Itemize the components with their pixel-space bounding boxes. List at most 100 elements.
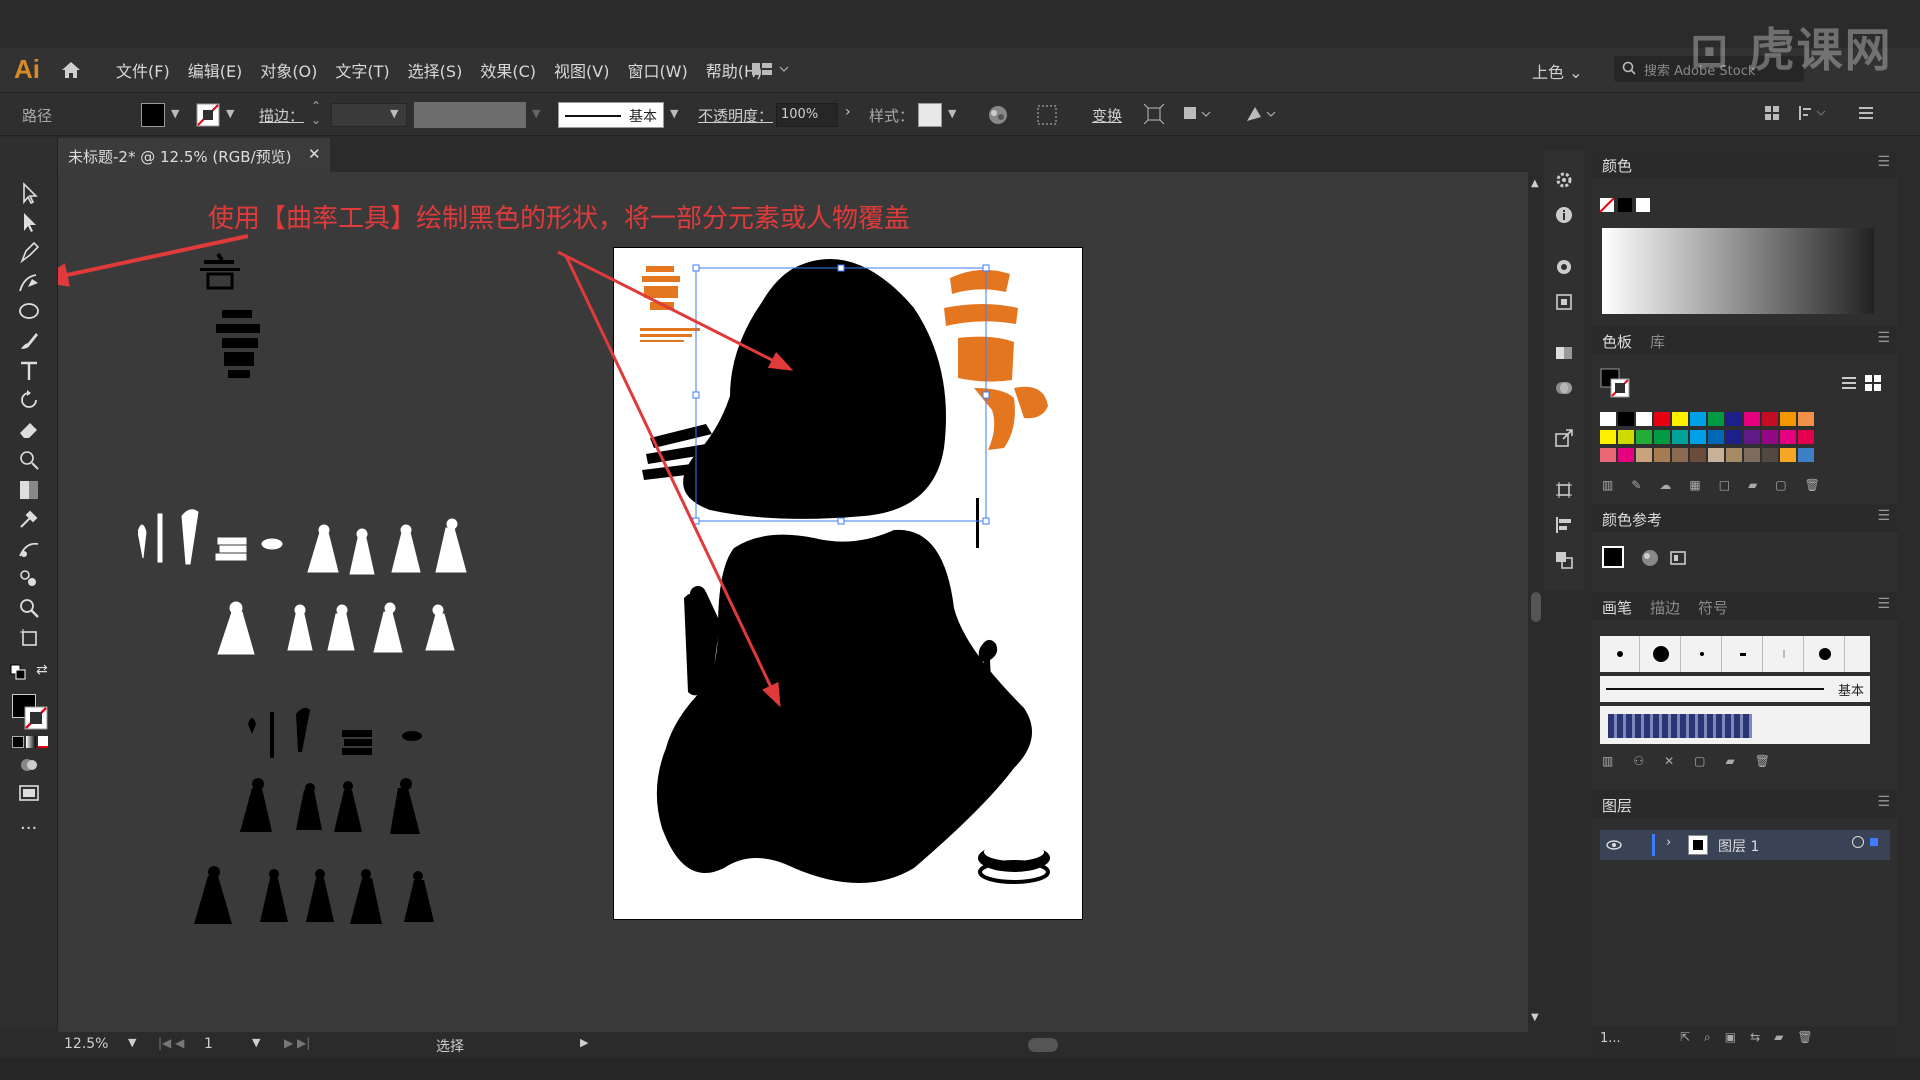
menu-object[interactable]: 对象(O) bbox=[260, 58, 317, 82]
swatches-panel-header[interactable]: 色板库 ☰ bbox=[1592, 326, 1898, 354]
selection-indicator[interactable] bbox=[1870, 838, 1878, 846]
direct-selection-tool-icon[interactable] bbox=[16, 209, 42, 235]
layer-name[interactable]: 图层 1 bbox=[1718, 836, 1759, 856]
paintbrush-tool-icon[interactable] bbox=[16, 328, 42, 354]
color-swatch[interactable] bbox=[1636, 448, 1652, 462]
layers-panel-header[interactable]: 图层 ☰ bbox=[1592, 790, 1898, 818]
menu-effect[interactable]: 效果(C) bbox=[480, 58, 536, 82]
zoom-tool-icon[interactable] bbox=[16, 595, 42, 621]
thumbnail-view-icon[interactable] bbox=[1864, 374, 1882, 392]
last-artboard-icon[interactable]: ▶ ▶| bbox=[284, 1036, 310, 1050]
brush-presets[interactable] bbox=[1600, 636, 1870, 672]
color-swatch[interactable] bbox=[1672, 430, 1688, 444]
color-swatch[interactable] bbox=[1744, 448, 1760, 462]
color-swatch[interactable] bbox=[1690, 430, 1706, 444]
horizontal-scroll-thumb[interactable] bbox=[1028, 1038, 1058, 1052]
tab-swatches[interactable]: 色板 bbox=[1602, 333, 1632, 351]
draw-mode-icon[interactable] bbox=[16, 752, 42, 778]
type-tool-icon[interactable] bbox=[16, 358, 42, 384]
first-artboard-icon[interactable]: |◀ ◀ bbox=[158, 1036, 184, 1050]
rotate-tool-icon[interactable] bbox=[16, 387, 42, 413]
zoom-level[interactable]: 12.5% bbox=[64, 1036, 108, 1052]
color-swatch[interactable] bbox=[1690, 448, 1706, 462]
color-swatch[interactable] bbox=[1618, 448, 1634, 462]
color-swatch[interactable] bbox=[1780, 412, 1796, 426]
brush-preset-4[interactable] bbox=[1723, 636, 1763, 672]
color-swatch[interactable] bbox=[1708, 448, 1724, 462]
scroll-down-icon[interactable]: ▼ bbox=[1531, 1012, 1539, 1023]
isolate-icon[interactable] bbox=[1243, 103, 1277, 125]
status-menu-icon[interactable]: ▶ bbox=[580, 1036, 588, 1049]
align-options-icon[interactable] bbox=[1797, 104, 1827, 122]
color-swatch[interactable] bbox=[1708, 412, 1724, 426]
target-icon[interactable] bbox=[1852, 836, 1864, 848]
color-swatch[interactable] bbox=[1600, 430, 1616, 444]
brushes-footer-icons[interactable]: ▥⚇✕▢▰🗑 bbox=[1602, 754, 1790, 768]
panel-grid-icon[interactable] bbox=[1763, 104, 1781, 122]
color-swatch[interactable] bbox=[1708, 430, 1724, 444]
color-swatch[interactable] bbox=[1672, 412, 1688, 426]
menu-view[interactable]: 视图(V) bbox=[554, 58, 609, 82]
edit-toolbar-icon[interactable]: ··· bbox=[20, 818, 37, 839]
appearance-icon[interactable] bbox=[1554, 257, 1574, 277]
layers-panel-menu-icon[interactable]: ☰ bbox=[1877, 794, 1890, 810]
color-swatch[interactable] bbox=[1744, 412, 1760, 426]
color-swatch[interactable] bbox=[1636, 430, 1652, 444]
swatches-panel-menu-icon[interactable]: ☰ bbox=[1877, 330, 1890, 346]
swatches-footer-icons[interactable]: ▥✎☁▦□▰▢🗑 bbox=[1602, 478, 1838, 492]
menu-window[interactable]: 窗口(W) bbox=[627, 58, 687, 82]
artboard-number[interactable]: 1 bbox=[204, 1036, 213, 1052]
zoom-dropdown-icon[interactable]: ▼ bbox=[128, 1036, 136, 1049]
eyedropper-tool-icon[interactable] bbox=[16, 506, 42, 532]
variable-width-profile[interactable] bbox=[414, 102, 526, 128]
color-swatch[interactable] bbox=[1798, 412, 1814, 426]
ellipse-tool-icon[interactable] bbox=[16, 298, 42, 324]
scroll-thumb[interactable] bbox=[1531, 592, 1541, 622]
info-icon[interactable] bbox=[1554, 205, 1574, 225]
brush-preset-3[interactable] bbox=[1682, 636, 1722, 672]
artboards-panel-icon[interactable] bbox=[1554, 480, 1574, 500]
color-swatch[interactable] bbox=[1600, 448, 1616, 462]
default-colors-icon[interactable] bbox=[10, 664, 26, 680]
export-icon[interactable] bbox=[1554, 428, 1574, 448]
brush-preset-1[interactable] bbox=[1600, 636, 1640, 672]
color-swatch[interactable] bbox=[1726, 430, 1742, 444]
brush-definition-dropdown[interactable]: 基本 bbox=[558, 102, 664, 128]
canvas-area[interactable]: 使用【曲率工具】绘制黑色的形状，将一部分元素或人物覆盖 bbox=[58, 172, 1528, 1032]
color-swatch[interactable] bbox=[1744, 430, 1760, 444]
color-swatch[interactable] bbox=[1762, 412, 1778, 426]
color-spectrum[interactable] bbox=[1602, 228, 1874, 314]
color-guide-header[interactable]: 颜色参考 ☰ bbox=[1592, 504, 1898, 532]
menu-type[interactable]: 文字(T) bbox=[335, 58, 389, 82]
color-guide-base[interactable] bbox=[1602, 546, 1624, 568]
artboard-dropdown-icon[interactable]: ▼ bbox=[252, 1036, 260, 1049]
profile-dropdown-icon[interactable]: ▼ bbox=[532, 107, 540, 120]
gear-icon[interactable] bbox=[1554, 170, 1574, 190]
arrange-icon[interactable] bbox=[1182, 103, 1212, 125]
tab-stroke[interactable]: 描边 bbox=[1650, 599, 1680, 617]
color-mode-icon[interactable] bbox=[12, 736, 24, 748]
swatch-grid[interactable] bbox=[1600, 412, 1870, 468]
color-swatch[interactable] bbox=[1600, 412, 1616, 426]
transform-link[interactable]: 变换 bbox=[1092, 105, 1122, 126]
color-swatch[interactable] bbox=[1798, 448, 1814, 462]
brushes-panel-header[interactable]: 画笔 描边 符号 ☰ bbox=[1592, 592, 1898, 620]
stroke-dropdown-icon[interactable]: ▼ bbox=[226, 107, 234, 120]
brush-preset-2[interactable] bbox=[1641, 636, 1681, 672]
color-swatch[interactable] bbox=[1780, 430, 1796, 444]
document-tab[interactable]: 未标题-2* @ 12.5% (RGB/预览) ✕ bbox=[58, 138, 330, 172]
color-swatch[interactable] bbox=[1618, 430, 1634, 444]
eye-icon[interactable] bbox=[1606, 838, 1622, 852]
brush-dropdown-icon[interactable]: ▼ bbox=[670, 107, 678, 120]
tab-symbols[interactable]: 符号 bbox=[1698, 599, 1728, 617]
brush-preset-5[interactable] bbox=[1764, 636, 1804, 672]
artboard-tool-icon[interactable] bbox=[16, 625, 42, 651]
eraser-tool-icon[interactable] bbox=[16, 417, 42, 443]
menu-edit[interactable]: 编辑(E) bbox=[188, 58, 243, 82]
pen-tool-icon[interactable] bbox=[16, 239, 42, 265]
selection-tool-icon[interactable] bbox=[16, 180, 42, 206]
stroke-weight-stepper[interactable]: ⌃ ⌄ bbox=[311, 99, 321, 127]
control-menu-icon[interactable] bbox=[1857, 104, 1875, 122]
align-grid-icon[interactable] bbox=[1036, 104, 1058, 126]
color-panel-menu-icon[interactable]: ☰ bbox=[1877, 154, 1890, 170]
